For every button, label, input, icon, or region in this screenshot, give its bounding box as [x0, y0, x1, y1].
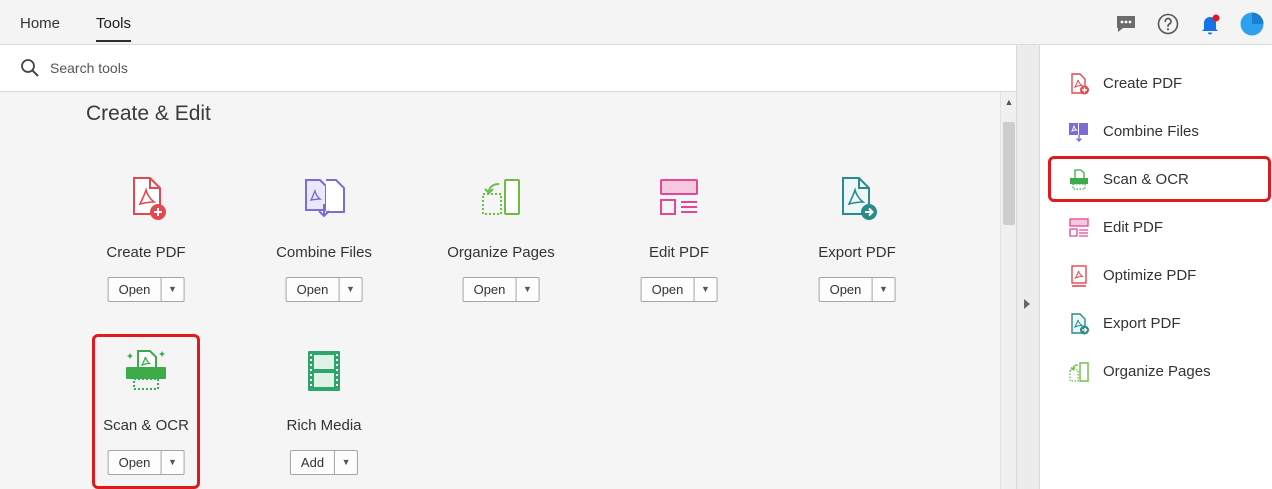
right-panel-toggle[interactable] — [1016, 45, 1040, 489]
export-pdf-icon — [1071, 313, 1089, 335]
tab-home[interactable]: Home — [20, 15, 60, 32]
tool-edit-pdf: Edit PDF Open ▼ — [599, 174, 759, 324]
notification-bell-icon[interactable] — [1198, 12, 1222, 36]
export-pdf-icon[interactable] — [833, 174, 881, 222]
tool-label: Edit PDF — [648, 244, 709, 261]
open-button[interactable]: Open — [820, 278, 873, 301]
top-navigation-bar: Home Tools — [0, 0, 1272, 45]
dropdown-caret-icon[interactable]: ▼ — [694, 278, 716, 301]
panel-item-edit-pdf[interactable]: Edit PDF — [1040, 207, 1272, 247]
tool-combine-files: Combine Files Open ▼ — [244, 174, 404, 324]
tool-open-split-button: Open ▼ — [462, 277, 540, 302]
organize-pages-icon — [1069, 362, 1089, 382]
panel-item-label: Optimize PDF — [1103, 267, 1197, 284]
rich-media-icon[interactable] — [300, 347, 348, 395]
tool-label: Rich Media — [286, 417, 362, 434]
panel-item-label: Export PDF — [1103, 315, 1181, 332]
dropdown-caret-icon[interactable]: ▼ — [335, 451, 357, 474]
scrollbar-thumb[interactable] — [1003, 122, 1015, 225]
panel-item-optimize-pdf[interactable]: Optimize PDF — [1040, 255, 1272, 295]
create-pdf-icon — [1071, 73, 1089, 95]
tool-open-split-button: Open ▼ — [285, 277, 363, 302]
add-button[interactable]: Add — [291, 451, 336, 474]
scan-ocr-highlight-annotation — [92, 334, 200, 489]
tool-label: Organize Pages — [447, 244, 555, 261]
tool-open-split-button: Open ▼ — [640, 277, 718, 302]
create-pdf-icon[interactable] — [122, 174, 170, 222]
optimize-pdf-icon — [1071, 265, 1087, 287]
edit-pdf-icon[interactable] — [655, 174, 703, 222]
tool-export-pdf: Export PDF Open ▼ — [777, 174, 937, 324]
expand-arrow-icon[interactable] — [1024, 299, 1030, 309]
tool-label: Create PDF — [106, 244, 186, 261]
search-tools-input[interactable] — [50, 57, 450, 79]
search-icon — [21, 59, 39, 77]
right-tools-panel: Create PDF Combine Files Scan & OCR Edit… — [1040, 45, 1272, 489]
dropdown-caret-icon[interactable]: ▼ — [161, 278, 183, 301]
open-button[interactable]: Open — [642, 278, 695, 301]
tool-create-pdf: Create PDF Open ▼ — [66, 174, 226, 324]
help-icon[interactable] — [1156, 12, 1180, 36]
tool-organize-pages: Organize Pages Open ▼ — [421, 174, 581, 324]
panel-item-label: Create PDF — [1103, 75, 1183, 92]
user-avatar[interactable] — [1240, 12, 1264, 36]
open-button[interactable]: Open — [464, 278, 517, 301]
dropdown-caret-icon[interactable]: ▼ — [339, 278, 361, 301]
tool-label: Combine Files — [276, 244, 372, 261]
panel-item-combine-files[interactable]: Combine Files — [1040, 111, 1272, 151]
combine-files-icon — [1069, 123, 1088, 142]
panel-item-label: Organize Pages — [1103, 363, 1211, 380]
tool-open-split-button: Open ▼ — [818, 277, 896, 302]
tool-rich-media: Rich Media Add ▼ — [244, 347, 404, 489]
panel-item-label: Combine Files — [1103, 123, 1199, 140]
comment-icon[interactable] — [1114, 12, 1138, 36]
panel-item-label: Edit PDF — [1103, 219, 1164, 236]
tool-label: Export PDF — [818, 244, 896, 261]
organize-pages-icon[interactable] — [477, 174, 525, 222]
panel-item-export-pdf[interactable]: Export PDF — [1040, 303, 1272, 343]
section-title: Create & Edit — [86, 102, 211, 125]
edit-pdf-icon — [1069, 218, 1089, 237]
panel-scan-ocr-highlight-annotation — [1048, 156, 1271, 202]
panel-item-create-pdf[interactable]: Create PDF — [1040, 63, 1272, 103]
tool-add-split-button: Add ▼ — [289, 450, 359, 475]
scroll-up-arrow-icon[interactable]: ▲ — [1001, 96, 1017, 108]
panel-item-organize-pages[interactable]: Organize Pages — [1040, 351, 1272, 391]
search-bar — [0, 45, 1016, 92]
dropdown-caret-icon[interactable]: ▼ — [872, 278, 894, 301]
tool-open-split-button: Open ▼ — [107, 277, 185, 302]
tab-tools[interactable]: Tools — [96, 15, 132, 42]
combine-files-icon[interactable] — [300, 174, 348, 222]
open-button[interactable]: Open — [287, 278, 340, 301]
open-button[interactable]: Open — [109, 278, 162, 301]
vertical-scrollbar[interactable]: ▲ — [1000, 92, 1016, 489]
dropdown-caret-icon[interactable]: ▼ — [516, 278, 538, 301]
